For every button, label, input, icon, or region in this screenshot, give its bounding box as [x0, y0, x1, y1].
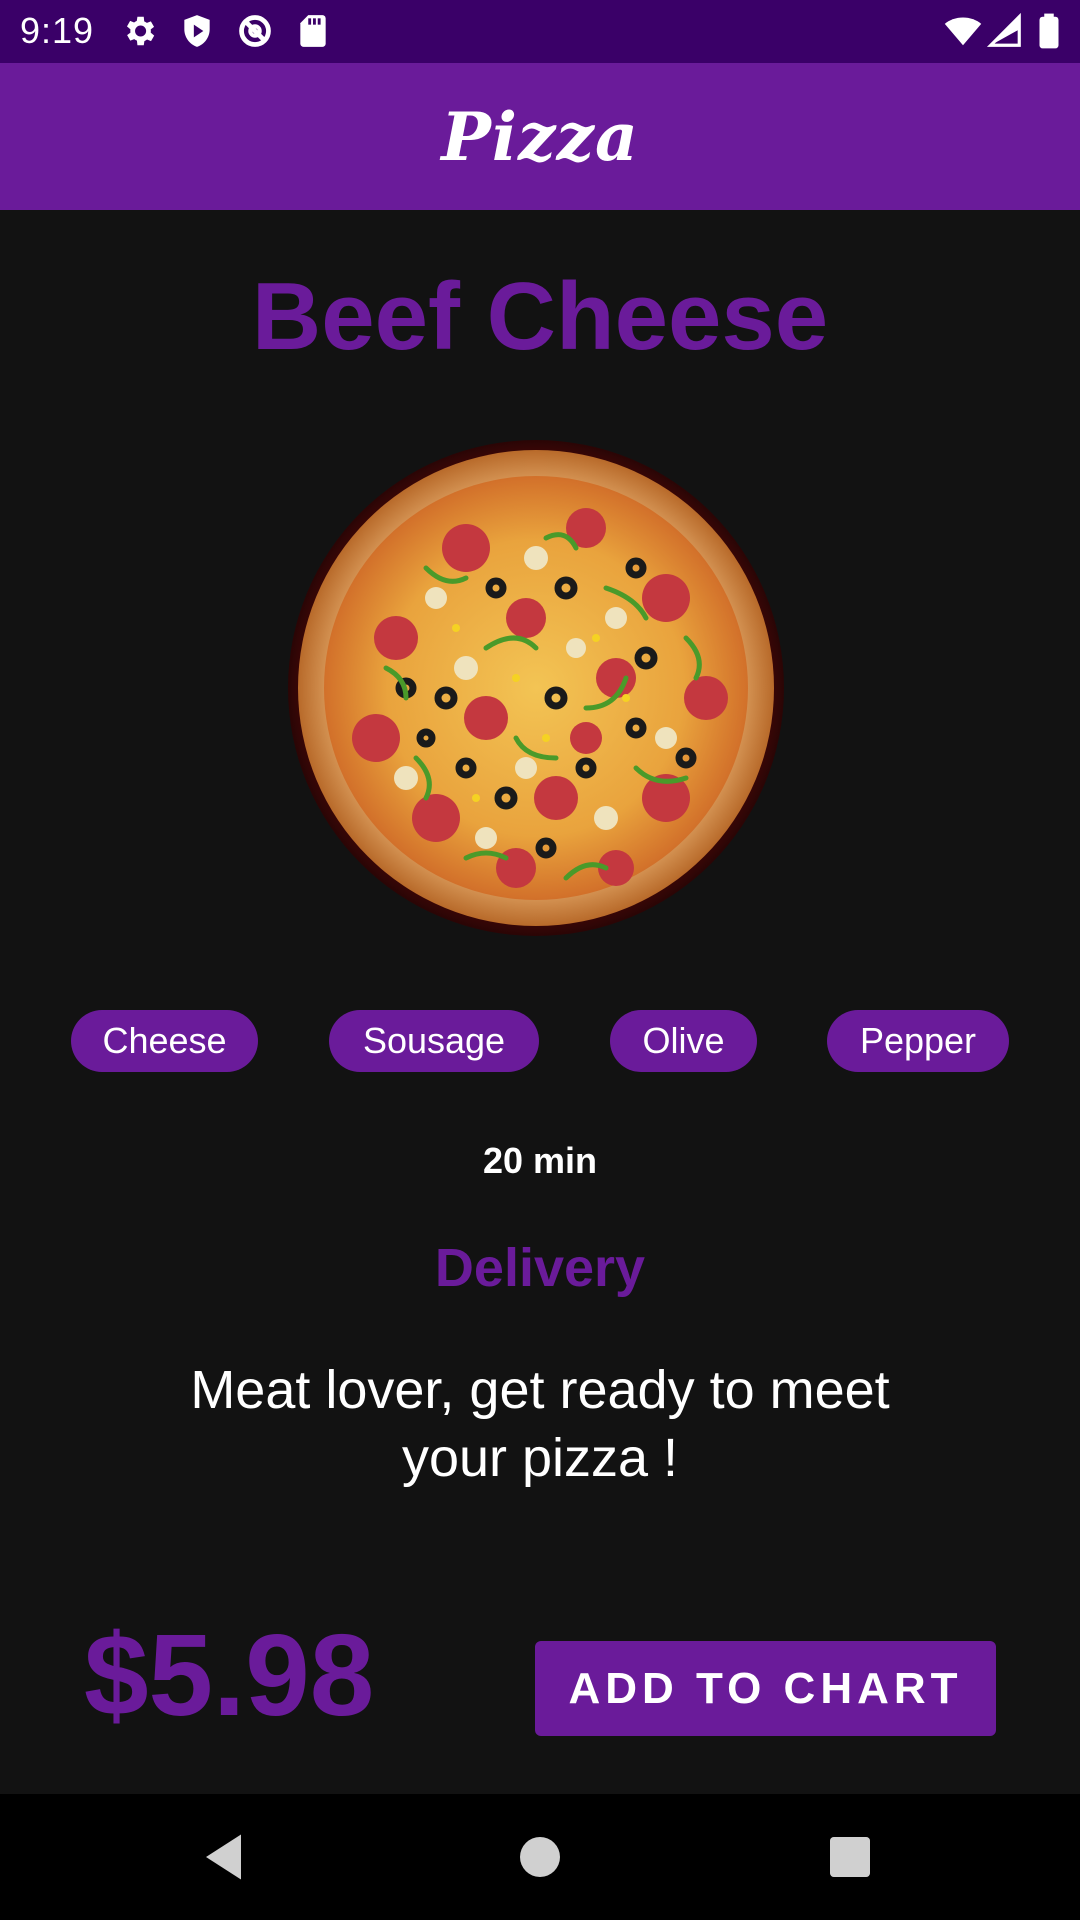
topping-chip-pepper[interactable]: Pepper	[827, 1010, 1009, 1072]
gear-icon	[126, 16, 155, 46]
delivery-label: Delivery	[434, 1238, 646, 1298]
home-icon[interactable]	[510, 1827, 570, 1887]
pizza-name: Beef Cheese	[251, 263, 829, 370]
recents-icon[interactable]	[820, 1827, 880, 1887]
status-bar: 9:19	[0, 0, 1080, 63]
pizza-image	[288, 440, 784, 936]
battery-icon	[1039, 13, 1059, 49]
status-time: 9:19	[20, 10, 95, 51]
back-icon[interactable]	[196, 1827, 256, 1887]
pizza-description: Meat lover, get ready to meet your pizza…	[190, 1360, 890, 1488]
app-title: Pizza	[441, 97, 639, 176]
topping-chip-sousage[interactable]: Sousage	[329, 1010, 539, 1072]
topping-chip-cheese[interactable]: Cheese	[71, 1010, 258, 1072]
delivery-time: 20 min	[482, 1140, 598, 1181]
pizza-detail-screen: 9:19 Pizza Beef Cheese Cheese Sousage Ol…	[0, 0, 1080, 1920]
price: $5.98	[84, 1610, 375, 1740]
wifi-icon	[944, 17, 982, 46]
add-to-cart-button[interactable]: ADD TO CHART	[535, 1641, 996, 1736]
signal-icon	[986, 12, 1021, 47]
sd-card-icon	[300, 15, 326, 47]
shield-play-icon	[184, 15, 210, 47]
circle-slash-icon	[239, 15, 271, 47]
app-bar: Pizza	[0, 63, 1080, 210]
navigation-bar	[0, 1794, 1080, 1920]
topping-chip-olive[interactable]: Olive	[610, 1010, 757, 1072]
